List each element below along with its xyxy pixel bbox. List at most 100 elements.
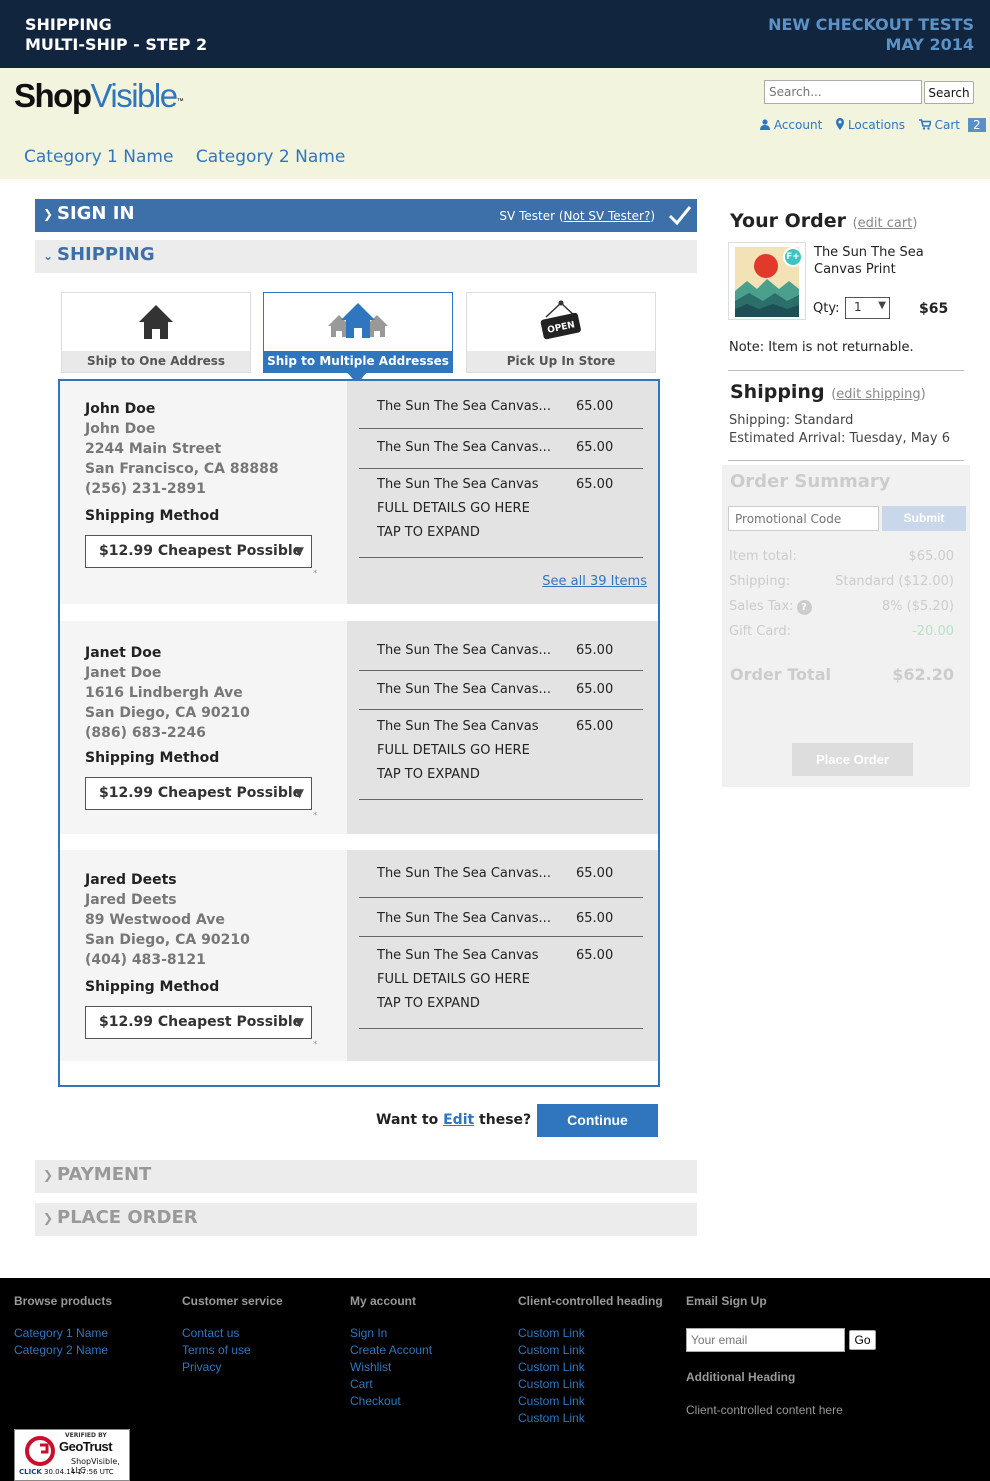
email-signup-input[interactable] [686, 1328, 845, 1352]
search-input[interactable] [764, 80, 922, 104]
tab-ship-one-address[interactable]: Ship to One Address [61, 292, 251, 373]
place-order-section-header[interactable]: ❯ PLACE ORDER [35, 1203, 697, 1236]
geotrust-verified: VERIFIED BY [65, 1432, 107, 1439]
return-note: Note: Item is not returnable. [729, 340, 914, 355]
banner-subtitle: MULTI-SHIP - STEP 2 [25, 35, 208, 54]
item-expand-hint[interactable]: TAP TO EXPAND [377, 525, 480, 540]
dropdown-arrow-icon: ▼ [294, 544, 304, 558]
estimated-arrival-text: Estimated Arrival: Tuesday, May 6 [729, 431, 950, 446]
feature-badge: F+ [783, 247, 803, 267]
help-icon[interactable]: ? [796, 600, 812, 615]
footer-link[interactable]: Sign In [350, 1325, 432, 1342]
tab-label: Ship to One Address [62, 351, 250, 372]
continue-button[interactable]: Continue [537, 1104, 658, 1137]
signin-section-header[interactable]: ❯ SIGN IN SV Tester (Not SV Tester?) [35, 199, 697, 232]
logo-part2: Visible [90, 77, 178, 114]
footer-link[interactable]: Custom Link [518, 1376, 663, 1393]
sidebar-divider [728, 460, 964, 461]
items-column: The Sun The Sea Canvas... 65.00 The Sun … [347, 381, 658, 604]
banner-test-date: MAY 2014 [885, 35, 974, 54]
sales-tax-row: Sales Tax:? 8% ($5.20) [729, 599, 954, 615]
footer-link[interactable]: Contact us [182, 1325, 283, 1342]
promo-code-input[interactable] [728, 506, 879, 531]
shipping-value: Standard ($12.00) [835, 574, 954, 589]
tab-pick-up-in-store[interactable]: OPEN Pick Up In Store [466, 292, 656, 373]
category-link-2[interactable]: Category 2 Name [196, 147, 345, 167]
item-divider [359, 428, 643, 429]
item-name[interactable]: The Sun The Sea Canvas [377, 948, 539, 963]
locations-link[interactable]: Locations [836, 118, 905, 132]
qty-value: 1 [854, 300, 862, 314]
site-footer: Browse products Category 1 Name Category… [0, 1278, 990, 1481]
item-expand-hint[interactable]: TAP TO EXPAND [377, 767, 480, 782]
item-divider [359, 936, 643, 937]
item-divider [359, 799, 643, 800]
item-name: The Sun The Sea Canvas... [377, 399, 551, 414]
open-sign-icon: OPEN [540, 300, 581, 340]
recipient-name: Janet Doe [85, 645, 162, 661]
footer-link[interactable]: Terms of use [182, 1342, 283, 1359]
product-image[interactable]: F+ [728, 242, 806, 320]
email-signup-button[interactable]: Go [849, 1330, 876, 1350]
edit-shipping-link[interactable]: edit shipping [836, 387, 920, 402]
your-order-title: Your Order (edit cart) [730, 210, 918, 232]
logo-part1: Shop [14, 77, 92, 114]
footer-link[interactable]: Create Account [350, 1342, 432, 1359]
footer-col-browse: Browse products Category 1 Name Category… [14, 1294, 112, 1359]
item-expand-hint[interactable]: TAP TO EXPAND [377, 996, 480, 1011]
selected-method: $12.99 Cheapest Possible [99, 1014, 303, 1030]
selected-method: $12.99 Cheapest Possible [99, 785, 303, 801]
recipient-panel-1: John Doe John Doe 2244 Main Street San F… [60, 381, 658, 604]
footer-link[interactable]: Wishlist [350, 1359, 432, 1376]
dropdown-arrow-icon: ▼ [294, 786, 304, 800]
item-name: The Sun The Sea Canvas... [377, 440, 551, 455]
item-price: 65.00 [576, 948, 614, 963]
account-link[interactable]: Account [760, 118, 822, 132]
footer-link[interactable]: Custom Link [518, 1342, 663, 1359]
item-name[interactable]: The Sun The Sea Canvas [377, 719, 539, 734]
gift-value: -20.00 [912, 624, 954, 639]
edit-link[interactable]: Edit [443, 1112, 474, 1128]
shipping-label: Shipping: [729, 574, 791, 589]
place-order-button[interactable]: Place Order [792, 743, 913, 776]
chevron-right-icon: ❯ [43, 207, 54, 221]
cart-link[interactable]: Cart 2 [918, 118, 986, 132]
footer-link[interactable]: Privacy [182, 1359, 283, 1376]
product-name[interactable]: The Sun The Sea Canvas Print [814, 244, 944, 278]
shipping-method-select[interactable]: $12.99 Cheapest Possible ▼ [85, 535, 312, 568]
item-name[interactable]: The Sun The Sea Canvas [377, 477, 539, 492]
not-user-link[interactable]: Not SV Tester? [564, 209, 651, 223]
item-name: The Sun The Sea Canvas... [377, 682, 551, 697]
footer-link[interactable]: Cart [350, 1376, 432, 1393]
footer-link[interactable]: Custom Link [518, 1393, 663, 1410]
address-street: 1616 Lindbergh Ave [85, 685, 243, 701]
promo-submit-button[interactable]: Submit [882, 506, 966, 531]
item-name: The Sun The Sea Canvas... [377, 911, 551, 926]
footer-link[interactable]: Category 2 Name [14, 1342, 112, 1359]
see-all-items-link[interactable]: See all 39 Items [542, 574, 647, 589]
recipient-name: Jared Deets [85, 872, 177, 888]
geotrust-seal[interactable]: VERIFIED BY GeoTrust ShopVisible, LLC CL… [14, 1429, 130, 1481]
shipping-section-header[interactable]: ⌄ SHIPPING [35, 240, 697, 273]
shipping-method-select[interactable]: $12.99 Cheapest Possible ▼ [85, 1006, 312, 1039]
footer-link[interactable]: Checkout [350, 1393, 432, 1410]
item-price: 65.00 [576, 719, 614, 734]
edit-cart-link[interactable]: edit cart [858, 216, 913, 231]
order-summary-panel: Order Summary Submit Item total: $65.00 S… [722, 465, 970, 787]
recipient-panel-2: Janet Doe Janet Doe 1616 Lindbergh Ave S… [60, 621, 658, 834]
footer-link[interactable]: Custom Link [518, 1325, 663, 1342]
shopvisible-logo[interactable]: ShopVisible™ [14, 76, 184, 116]
footer-link[interactable]: Category 1 Name [14, 1325, 112, 1342]
required-marker: * [313, 811, 318, 821]
footer-link[interactable]: Custom Link [518, 1359, 663, 1376]
qty-select[interactable]: 1 ▼ [845, 297, 890, 319]
payment-section-header[interactable]: ❯ PAYMENT [35, 1160, 697, 1193]
search-button[interactable]: Search [924, 81, 974, 104]
payment-title: PAYMENT [57, 1164, 152, 1185]
category-link-1[interactable]: Category 1 Name [24, 147, 173, 167]
selected-method: $12.99 Cheapest Possible [99, 543, 303, 559]
footer-link[interactable]: Custom Link [518, 1410, 663, 1427]
item-divider [359, 897, 643, 898]
shipping-method-select[interactable]: $12.99 Cheapest Possible ▼ [85, 777, 312, 810]
tab-ship-multiple-addresses[interactable]: Ship to Multiple Addresses [263, 292, 453, 373]
